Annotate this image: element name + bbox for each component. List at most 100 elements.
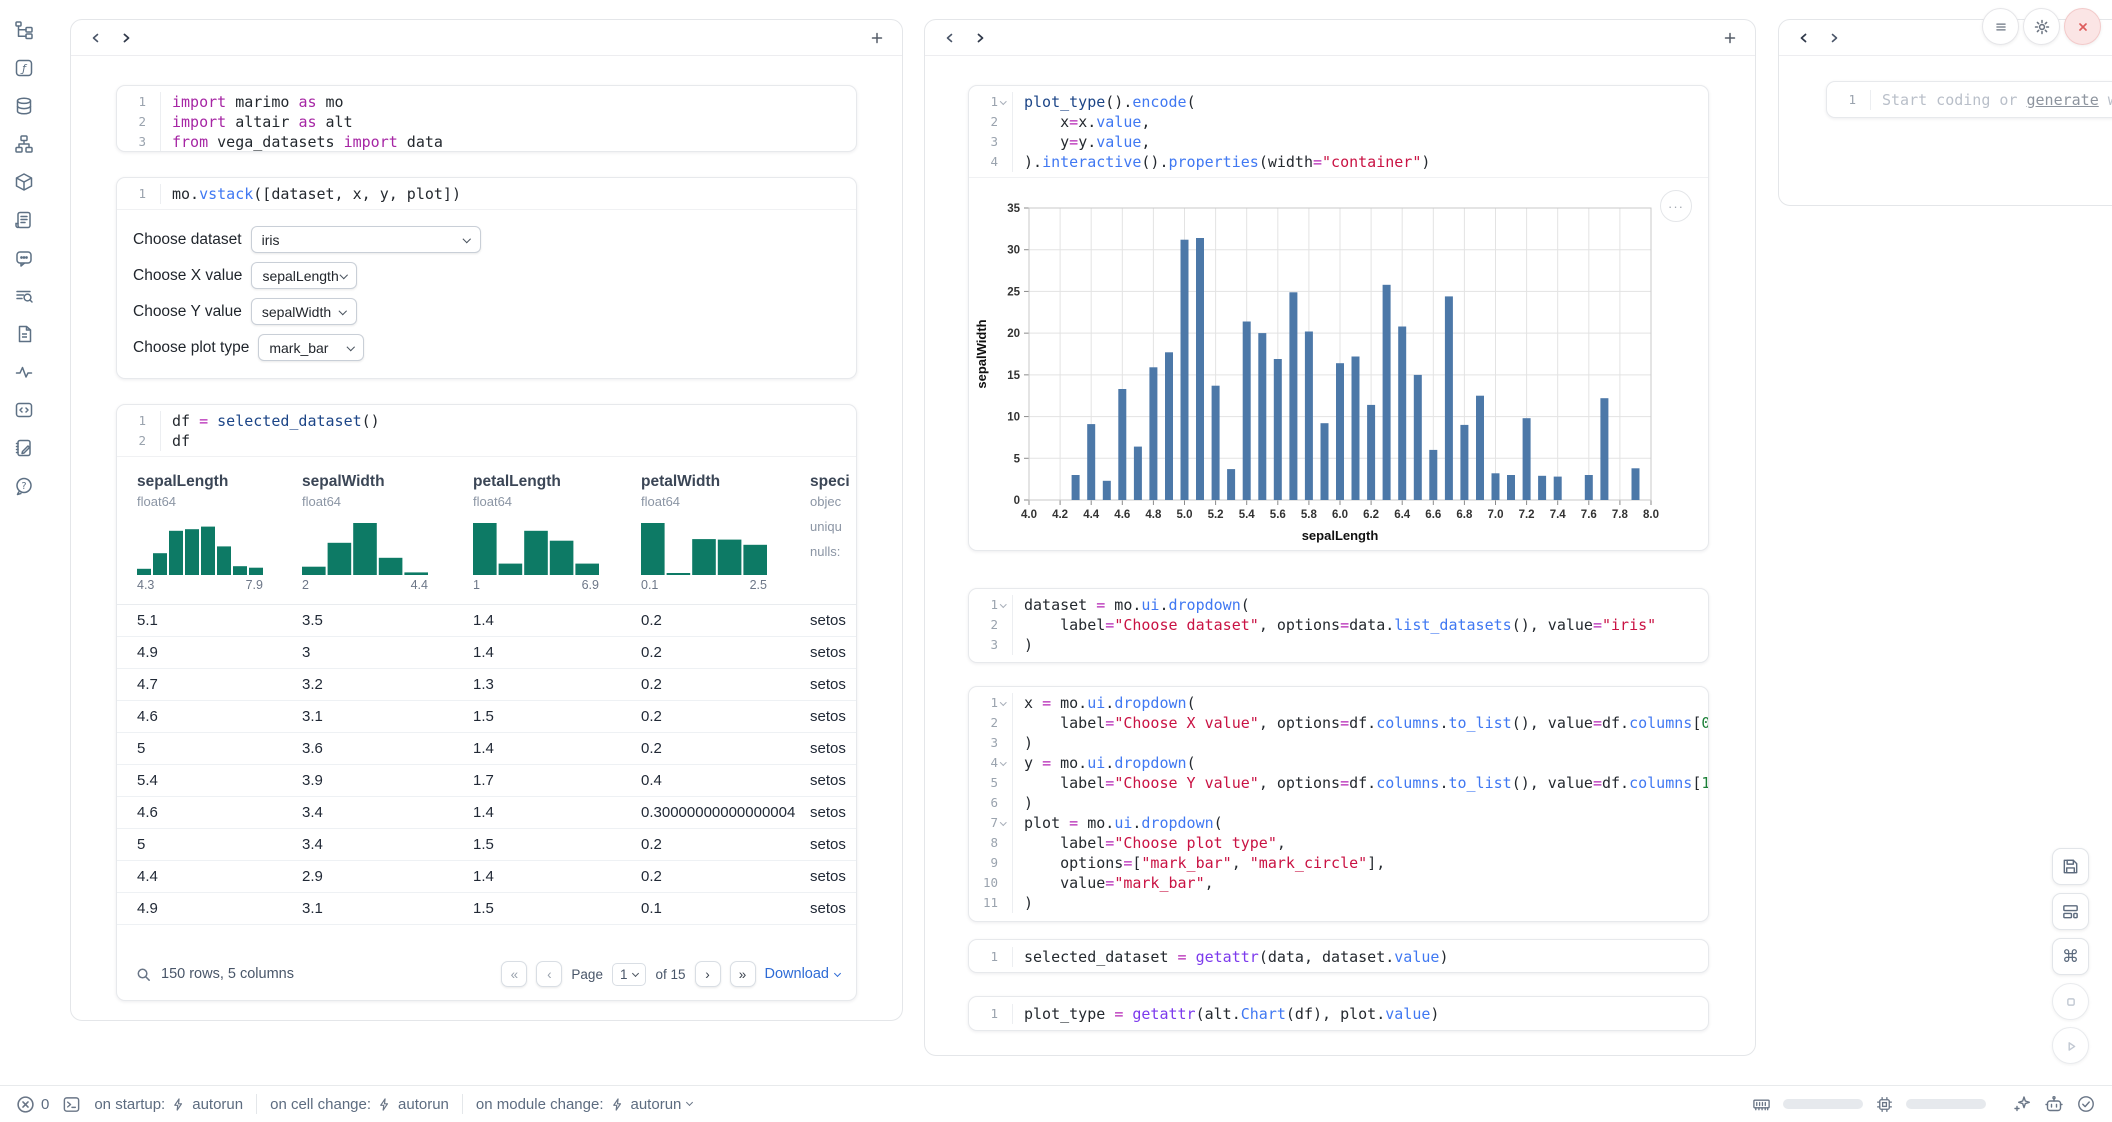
code-editor[interactable]: 1x = mo.ui.dropdown(2 label="Choose X va… (969, 687, 1708, 918)
dropdown-select[interactable]: sepalLength (251, 262, 357, 289)
add-cell-button[interactable] (864, 25, 890, 51)
terminal-button[interactable] (62, 1095, 81, 1114)
run-button[interactable] (2052, 1027, 2089, 1064)
table-cell: setos (810, 836, 856, 853)
column-header[interactable]: petalLengthfloat6416.9 (473, 473, 641, 592)
code-editor[interactable]: 1mo.vstack([dataset, x, y, plot]) (117, 178, 856, 209)
code-text[interactable]: y=y.value, (1013, 132, 1150, 152)
download-button[interactable]: Download (765, 966, 841, 982)
code-text[interactable]: from vega_datasets import data (161, 132, 443, 152)
column-header[interactable]: petalWidthfloat640.12.5 (641, 473, 810, 592)
code-text[interactable]: import marimo as mo (161, 92, 344, 112)
errors-indicator[interactable]: 0 (16, 1095, 49, 1114)
code-text[interactable]: dataset = mo.ui.dropdown( (1013, 595, 1250, 615)
functions-icon[interactable]: ƒ (12, 56, 36, 80)
help-icon[interactable]: ? (12, 474, 36, 498)
code-text[interactable]: plot_type().encode( (1013, 92, 1196, 112)
column-header[interactable]: sepalLengthfloat644.37.9 (137, 473, 302, 592)
shutdown-button[interactable] (2064, 8, 2101, 45)
snippets-icon[interactable] (12, 398, 36, 422)
editor-placeholder[interactable]: Start coding or generate with (1871, 90, 2112, 110)
stop-button[interactable] (2052, 983, 2089, 1020)
first-page-button[interactable]: « (501, 961, 527, 987)
code-text[interactable]: plot = mo.ui.dropdown( (1013, 813, 1223, 833)
add-cell-button[interactable] (1717, 25, 1743, 51)
ai-sparkles-icon[interactable] (2012, 1094, 2032, 1114)
on-startup-setting[interactable]: on startup: autorun (94, 1096, 243, 1113)
logs-icon[interactable] (12, 208, 36, 232)
code-text[interactable]: x = mo.ui.dropdown( (1013, 693, 1196, 713)
next-page-button[interactable]: › (695, 961, 721, 987)
column-prev-button[interactable] (1791, 25, 1817, 51)
code-editor[interactable]: 1dataset = mo.ui.dropdown(2 label="Choos… (969, 589, 1708, 660)
code-editor[interactable]: 1plot_type().encode(2 x=x.value,3 y=y.va… (969, 86, 1708, 177)
page-select[interactable]: 1 (612, 963, 647, 986)
code-line: 8 label="Choose plot type", (969, 833, 1708, 853)
code-text[interactable]: ) (1013, 893, 1033, 913)
search-icon[interactable] (135, 966, 152, 983)
svg-text:7.0: 7.0 (1488, 509, 1504, 521)
column-prev-button[interactable] (83, 25, 109, 51)
scratchpad-icon[interactable] (12, 436, 36, 460)
fold-chevron-icon[interactable] (998, 818, 1009, 829)
chart-menu-button[interactable]: ··· (1660, 190, 1692, 222)
generate-link[interactable]: generate (2027, 91, 2099, 109)
tracing-icon[interactable] (12, 360, 36, 384)
code-text[interactable]: ).interactive().properties(width="contai… (1013, 152, 1430, 172)
code-text[interactable]: label="Choose Y value", options=df.colum… (1013, 773, 1709, 793)
last-page-button[interactable]: » (730, 961, 756, 987)
datasources-icon[interactable] (12, 94, 36, 118)
layout-button[interactable] (2052, 893, 2089, 930)
code-text[interactable]: label="Choose X value", options=df.colum… (1013, 713, 1709, 733)
code-editor[interactable]: 1import marimo as mo2import altair as al… (117, 86, 856, 152)
code-text[interactable]: y = mo.ui.dropdown( (1013, 753, 1196, 773)
code-text[interactable]: plot_type = getattr(alt.Chart(df), plot.… (1013, 1004, 1439, 1024)
code-text[interactable]: df (161, 431, 190, 451)
documentation-icon[interactable] (12, 322, 36, 346)
code-text[interactable]: selected_dataset = getattr(data, dataset… (1013, 947, 1448, 967)
code-text[interactable]: value="mark_bar", (1013, 873, 1214, 893)
dropdown-select[interactable]: mark_bar (258, 334, 364, 361)
code-text[interactable]: ) (1013, 733, 1033, 753)
on-cell-change-setting[interactable]: on cell change: autorun (270, 1096, 449, 1113)
prev-page-button[interactable]: ‹ (536, 961, 562, 987)
column-next-button[interactable] (967, 25, 993, 51)
code-text[interactable]: mo.vstack([dataset, x, y, plot]) (161, 184, 461, 204)
fold-chevron-icon[interactable] (998, 758, 1009, 769)
connection-status-icon[interactable] (2076, 1094, 2096, 1114)
code-text[interactable]: options=["mark_bar", "mark_circle"], (1013, 853, 1385, 873)
code-text[interactable]: df = selected_dataset() (161, 411, 380, 431)
fold-chevron-icon[interactable] (998, 97, 1009, 108)
ai-assistant-icon[interactable] (2044, 1094, 2064, 1114)
search-list-icon[interactable] (12, 284, 36, 308)
dropdown-select[interactable]: sepalWidth (251, 298, 357, 325)
code-editor[interactable]: 1plot_type = getattr(alt.Chart(df), plot… (969, 997, 1708, 1031)
code-editor[interactable]: 1 Start coding or generate with (1827, 82, 2112, 118)
save-button[interactable] (2052, 848, 2089, 885)
dropdown-select[interactable]: iris (251, 226, 481, 253)
code-text[interactable]: label="Choose plot type", (1013, 833, 1286, 853)
code-editor[interactable]: 1df = selected_dataset()2df (117, 405, 856, 456)
column-header[interactable]: sepalWidthfloat6424.4 (302, 473, 473, 592)
dependency-graph-icon[interactable] (12, 132, 36, 156)
code-text[interactable]: import altair as alt (161, 112, 353, 132)
file-explorer-icon[interactable] (12, 18, 36, 42)
column-next-button[interactable] (1821, 25, 1847, 51)
ai-chat-icon[interactable] (12, 246, 36, 270)
code-text[interactable]: x=x.value, (1013, 112, 1150, 132)
fold-chevron-icon[interactable] (998, 600, 1009, 611)
code-text[interactable]: ) (1013, 793, 1033, 813)
code-editor[interactable]: 1selected_dataset = getattr(data, datase… (969, 940, 1708, 973)
packages-icon[interactable] (12, 170, 36, 194)
settings-gear-icon[interactable] (2023, 8, 2060, 45)
code-text[interactable]: ) (1013, 635, 1033, 655)
on-module-change-setting[interactable]: on module change: autorun (476, 1096, 692, 1113)
menu-button[interactable] (1982, 8, 2019, 45)
plot-svg[interactable]: 4.04.24.44.64.85.05.25.45.65.86.06.26.46… (973, 180, 1687, 551)
code-text[interactable]: label="Choose dataset", options=data.lis… (1013, 615, 1656, 635)
fold-chevron-icon[interactable] (998, 698, 1009, 709)
column-next-button[interactable] (113, 25, 139, 51)
keyboard-shortcuts-button[interactable]: ⌘ (2052, 938, 2089, 975)
column-prev-button[interactable] (937, 25, 963, 51)
column-header[interactable]: speciobjecuniqunulls: (810, 473, 856, 592)
